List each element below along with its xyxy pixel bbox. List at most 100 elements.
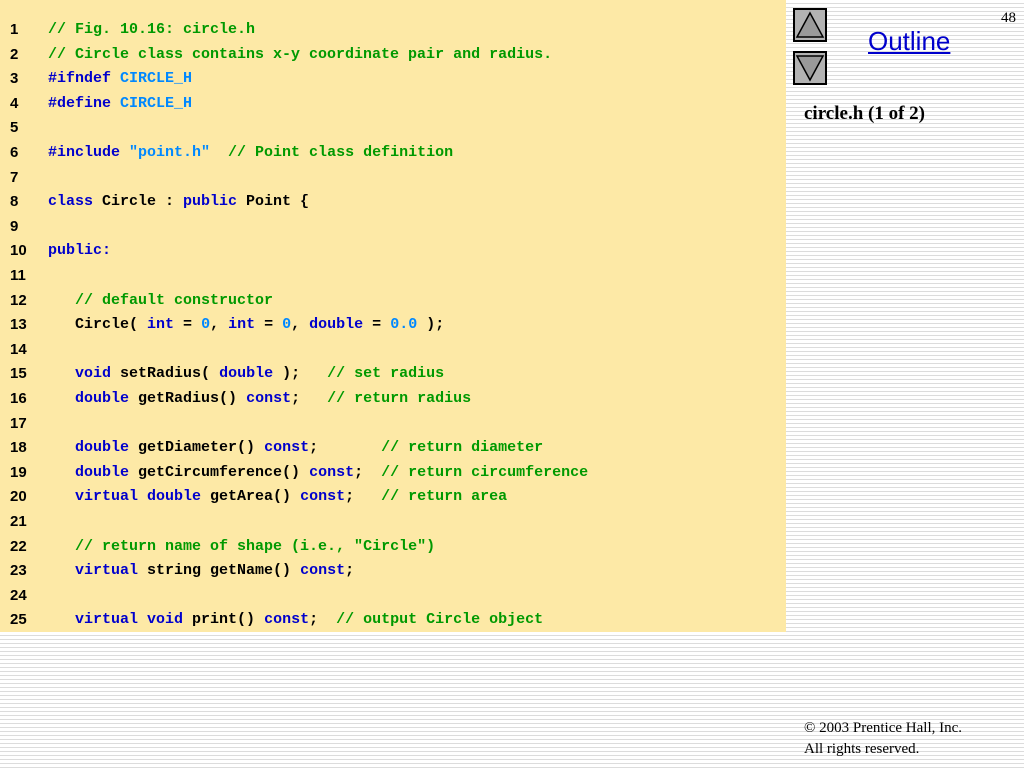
code-text-plain: Circle :	[102, 193, 184, 211]
code-keyword: public	[183, 193, 247, 211]
outline-link[interactable]: Outline	[868, 26, 950, 57]
line-number: 11	[10, 267, 26, 284]
line-number: 10	[10, 242, 27, 260]
code-comment: // return diameter	[381, 439, 544, 457]
line-number: 12	[10, 291, 27, 309]
code-keyword: virtual void	[75, 611, 184, 629]
code-keyword: #include	[48, 144, 130, 161]
code-keyword: virtual	[75, 562, 139, 580]
code-content: public:	[48, 239, 111, 263]
code-text-plain: getCircumference()	[129, 463, 310, 481]
code-line: 12 // default constructor	[0, 289, 786, 313]
line-number: 4	[10, 94, 19, 112]
code-keyword: void	[75, 365, 112, 383]
code-line: 15 void setRadius( double ); // set radi…	[0, 362, 786, 386]
code-line: 25 virtual void print() const; // output…	[0, 608, 786, 632]
line-number: 16	[10, 390, 27, 407]
code-line: 19 double getCircumference() const; // r…	[0, 461, 786, 485]
line-number: 25	[10, 611, 27, 629]
next-slide-button[interactable]	[793, 51, 827, 85]
code-text-plain: =	[174, 316, 202, 334]
code-literal: 0.0	[390, 316, 418, 334]
code-comment: // return radius	[327, 390, 472, 407]
code-keyword: #ifndef	[48, 70, 121, 88]
code-line: 5	[0, 116, 786, 140]
code-text-plain	[48, 365, 75, 382]
code-preprocessor-value: CIRCLE_H	[120, 94, 193, 112]
code-comment: // Circle class contains x-y coordinate …	[48, 45, 553, 63]
code-keyword: const	[264, 611, 310, 629]
code-content: class Circle : public Point {	[48, 190, 309, 214]
code-line: 7	[0, 166, 786, 190]
code-comment: // default constructor	[75, 291, 274, 309]
line-number: 23	[10, 562, 27, 580]
line-number: 13	[10, 316, 27, 334]
previous-slide-button[interactable]	[793, 8, 827, 42]
copyright-footer: © 2003 Prentice Hall, Inc. All rights re…	[804, 718, 1014, 760]
code-keyword: const	[309, 463, 355, 481]
code-comment: // return area	[381, 488, 508, 506]
code-content: void setRadius( double ); // set radius	[48, 362, 444, 386]
code-text-plain: );	[273, 365, 328, 383]
code-text-plain	[48, 562, 75, 579]
code-text-plain	[48, 464, 75, 481]
code-comment: // Fig. 10.16: circle.h	[48, 21, 256, 38]
code-keyword: public:	[48, 242, 112, 260]
code-keyword: int	[147, 316, 175, 334]
code-content: // Circle class contains x-y coordinate …	[48, 43, 552, 67]
code-content: // return name of shape (i.e., "Circle")	[48, 535, 435, 559]
code-text-plain: setRadius(	[111, 365, 220, 383]
code-line: 14	[0, 338, 786, 362]
code-content: // Fig. 10.16: circle.h	[48, 18, 255, 42]
code-comment: // return circumference	[381, 463, 589, 481]
code-text-plain	[48, 439, 75, 456]
line-number: 2	[10, 45, 19, 63]
code-literal: 0	[201, 316, 211, 334]
code-keyword: #define	[48, 94, 121, 112]
code-text-plain: getRadius()	[129, 390, 247, 407]
slide-caption: circle.h (1 of 2)	[804, 103, 925, 124]
line-number: 5	[10, 119, 19, 137]
code-line: 22 // return name of shape (i.e., "Circl…	[0, 535, 786, 559]
code-line: 17	[0, 412, 786, 436]
code-keyword: int	[228, 316, 256, 334]
code-text-plain: =	[363, 316, 391, 334]
code-literal: 0	[282, 316, 292, 334]
line-number: 9	[10, 217, 19, 235]
code-preprocessor-value: "point.h"	[129, 144, 211, 161]
triangle-down-icon	[795, 55, 825, 82]
line-number: 14	[10, 340, 27, 358]
code-line: 20 virtual double getArea() const; // re…	[0, 485, 786, 509]
code-text-plain: getDiameter()	[129, 439, 265, 457]
line-number: 21	[10, 513, 27, 530]
code-line: 1 // Fig. 10.16: circle.h	[0, 18, 786, 42]
code-comment: // output Circle object	[336, 611, 544, 629]
code-text-plain	[48, 292, 75, 309]
line-number: 6	[10, 144, 19, 161]
code-content: // default constructor	[48, 289, 273, 313]
code-keyword: const	[264, 439, 310, 457]
rights-line: All rights reserved.	[804, 741, 920, 757]
line-number: 3	[10, 70, 19, 88]
code-keyword: const	[246, 390, 292, 407]
code-text-plain: Circle(	[48, 316, 148, 334]
code-content: #ifndef CIRCLE_H	[48, 67, 192, 91]
line-number: 8	[10, 193, 19, 211]
code-keyword: virtual double	[75, 488, 202, 506]
copyright-line: © 2003 Prentice Hall, Inc.	[804, 720, 963, 736]
line-number: 22	[10, 537, 27, 555]
code-text-plain: Point {	[246, 193, 310, 211]
code-line: 23 virtual string getName() const;	[0, 559, 786, 583]
code-content: Circle( int = 0, int = 0, double = 0.0 )…	[48, 313, 444, 337]
code-line: 21	[0, 510, 786, 534]
code-content: double getCircumference() const; // retu…	[48, 461, 588, 485]
code-text-plain	[48, 390, 75, 407]
code-content: #define CIRCLE_H	[48, 92, 192, 116]
code-content: virtual double getArea() const; // retur…	[48, 485, 507, 509]
line-number: 17	[10, 414, 27, 432]
code-keyword: const	[300, 488, 346, 506]
code-text-plain: ;	[291, 390, 328, 407]
code-line: 9	[0, 215, 786, 239]
code-line: 6 #include "point.h" // Point class defin…	[0, 141, 786, 165]
code-text-plain	[48, 611, 75, 628]
